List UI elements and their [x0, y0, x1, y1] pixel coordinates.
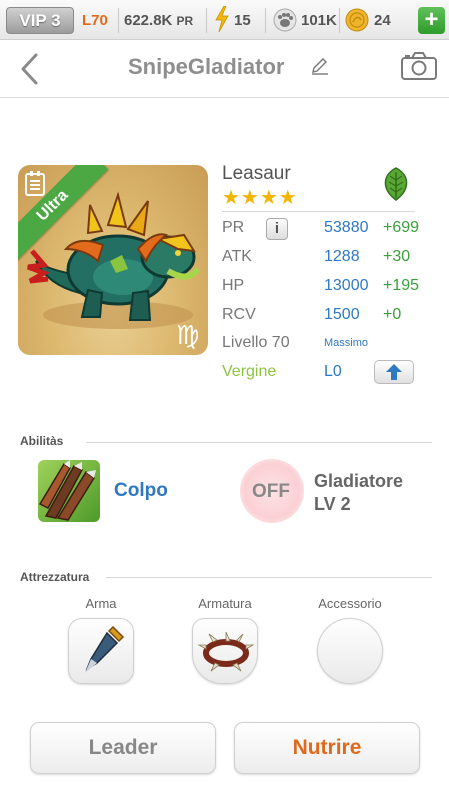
skill-name[interactable]: Colpo	[114, 480, 168, 502]
stat-bonus: +30	[383, 248, 411, 265]
stat-row-atk: ATK 1288 +30	[222, 243, 432, 271]
header: SnipeGladiator	[0, 40, 449, 98]
spiked-collar-icon	[197, 631, 255, 672]
passive-skill-name: Gladiatore LV 2	[314, 470, 403, 516]
rank-value: L0	[324, 363, 342, 380]
level-row: Livello 70 Massimo	[222, 329, 432, 357]
stat-row-pr: PR i 53880 +699	[222, 214, 432, 242]
abilities-section-label: Abilitàs	[20, 434, 64, 448]
camera-icon[interactable]	[400, 51, 438, 86]
status-bar: VIP 3 L70 622.8K PR 15 101K 24 +	[0, 0, 449, 40]
power-value: 622.8K	[124, 12, 173, 29]
equipment-section-label: Attrezzatura	[20, 570, 90, 584]
section-divider	[106, 577, 432, 578]
stat-value: 13000	[324, 277, 369, 294]
passive-skill-level: LV 2	[314, 494, 351, 514]
level-status: Massimo	[324, 337, 369, 349]
skill-state: OFF	[252, 481, 290, 502]
food-count: 101K	[301, 12, 337, 29]
upgrade-button[interactable]	[374, 360, 414, 384]
star-rating: ★★★★	[222, 187, 298, 209]
stat-label: ATK	[222, 248, 252, 265]
armor-slot[interactable]	[192, 618, 258, 684]
equipment-label-armor: Armatura	[198, 596, 252, 611]
passive-skill-title: Gladiatore	[314, 471, 404, 491]
claw-icon[interactable]	[38, 460, 100, 522]
card-document-icon	[24, 171, 46, 202]
back-chevron-icon[interactable]	[18, 52, 40, 91]
page-title: SnipeGladiator	[128, 54, 285, 79]
arrow-up-icon	[386, 364, 402, 380]
bolt-icon	[214, 5, 230, 33]
power-rating: 622.8K PR	[124, 10, 193, 32]
pencil-icon[interactable]	[310, 56, 330, 81]
coin-icon	[345, 8, 369, 32]
stat-bonus: +0	[383, 306, 402, 323]
stat-label: HP	[222, 277, 245, 294]
stat-label: RCV	[222, 306, 256, 323]
leader-button[interactable]: Leader	[30, 722, 216, 774]
svg-text:♍: ♍	[176, 321, 199, 351]
gold-count: 24	[374, 12, 391, 29]
virgo-icon: ♍	[170, 316, 206, 352]
stat-value: 53880	[324, 219, 369, 236]
power-unit: PR	[176, 14, 194, 28]
stat-row-hp: HP 13000 +195	[222, 272, 432, 300]
info-button[interactable]: i	[266, 218, 288, 240]
stat-bonus: +699	[383, 219, 420, 236]
energy-count: 15	[234, 12, 251, 29]
feed-button[interactable]: Nutrire	[234, 722, 420, 774]
stats-divider	[222, 211, 415, 212]
zodiac-label: Vergine	[222, 363, 277, 380]
player-level: L70	[82, 12, 108, 29]
accessory-slot[interactable]	[317, 618, 383, 684]
vip-badge[interactable]: VIP 3	[6, 7, 74, 34]
stat-value: 1500	[324, 306, 360, 323]
level-label: Livello 70	[222, 334, 290, 351]
zodiac-row: Vergine L0	[222, 358, 432, 386]
leaf-icon	[378, 166, 414, 207]
monster-name: Leasaur	[222, 163, 291, 184]
stat-value: 1288	[324, 248, 360, 265]
divider	[118, 8, 119, 33]
stat-row-rcv: RCV 1500 +0	[222, 301, 432, 329]
stat-bonus: +195	[383, 277, 420, 294]
section-divider	[86, 442, 432, 443]
claw-weapon-icon	[85, 625, 125, 673]
divider	[206, 8, 207, 33]
stat-label: PR	[222, 219, 245, 236]
equipment-label-weapon: Arma	[85, 596, 117, 611]
weapon-slot[interactable]	[68, 618, 134, 684]
divider	[339, 8, 340, 33]
equipment-label-accessory: Accessorio	[318, 596, 382, 611]
divider	[265, 8, 266, 33]
paw-icon	[273, 8, 297, 32]
add-currency-button[interactable]: +	[418, 7, 445, 34]
